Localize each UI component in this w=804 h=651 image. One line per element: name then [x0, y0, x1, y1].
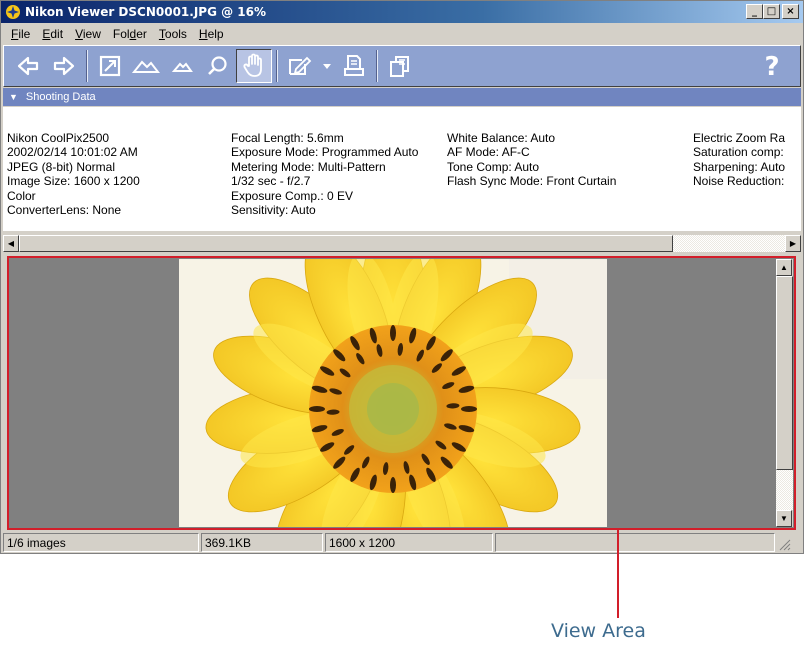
hscroll-track[interactable] [673, 235, 785, 252]
shooting-data-column-4: Electric Zoom Ra Saturation comp: Sharpe… [693, 131, 785, 189]
title-bar[interactable]: Nikon Viewer DSCN0001.JPG @ 16% _ □ × [1, 1, 803, 23]
focal-length: Focal Length: 5.6mm [231, 131, 344, 145]
help-button[interactable]: ? [754, 50, 790, 84]
image-size: Image Size: 1600 x 1200 [7, 174, 140, 189]
print-button[interactable] [336, 49, 372, 83]
view-area[interactable]: ▲ ▼ [7, 256, 796, 530]
copy-icon [390, 56, 409, 77]
resize-grip-icon[interactable] [777, 537, 791, 551]
status-file-size: 369.1KB [201, 533, 323, 552]
hand-tool-icon [243, 53, 262, 77]
white-balance: White Balance: Auto [447, 131, 556, 145]
shooting-data-header[interactable]: ▼ Shooting Data [3, 88, 801, 106]
print-icon [344, 55, 364, 76]
zoom-in-mountain-icon [171, 62, 193, 72]
electric-zoom: Electric Zoom Ra [693, 131, 786, 145]
shooting-data-column-3: White Balance: Auto AF Mode: AF-C Tone C… [447, 131, 616, 189]
toolbar-separator [86, 50, 88, 82]
zoom-in-button[interactable] [164, 49, 200, 83]
saturation-comp: Saturation comp: [693, 145, 784, 160]
window-title: Nikon Viewer DSCN0001.JPG @ 16% [25, 5, 267, 19]
toolbar-separator [276, 50, 278, 82]
capture-date: 2002/02/14 10:01:02 AM [7, 145, 138, 160]
minimize-button[interactable]: _ [746, 4, 763, 19]
exposure-comp: Exposure Comp.: 0 EV [231, 188, 354, 203]
fit-window-icon [99, 55, 121, 77]
zoom-out-mountain-icon [132, 60, 160, 73]
camera-model: Nikon CoolPix2500 [7, 131, 110, 145]
menu-folder[interactable]: Folder [107, 27, 153, 41]
callout-line [617, 530, 619, 618]
arrow-right-icon: ▶ [789, 239, 797, 248]
scroll-left-button[interactable]: ◀ [3, 235, 19, 252]
shutter-aperture: 1/32 sec - f/2.7 [231, 174, 311, 189]
magnifier-button[interactable] [200, 49, 236, 83]
fit-window-button[interactable] [92, 49, 128, 83]
color-mode: Color [7, 188, 36, 203]
collapse-triangle-icon: ▼ [9, 92, 18, 102]
shooting-data-column-1: Nikon CoolPix2500 2002/02/14 10:01:02 AM… [7, 131, 140, 217]
flash-sync-mode: Flash Sync Mode: Front Curtain [447, 174, 617, 189]
vscroll-thumb[interactable] [776, 276, 793, 470]
scroll-down-button[interactable]: ▼ [776, 510, 792, 527]
nikon-viewer-app-icon [6, 5, 20, 19]
arrow-down-icon: ▼ [780, 514, 788, 523]
status-image-count: 1/6 images [3, 533, 199, 552]
tone-comp: Tone Comp: Auto [447, 159, 540, 174]
menu-bar: File Edit View Folder Tools Help [1, 24, 803, 44]
zoom-out-button[interactable] [128, 49, 164, 83]
help-icon: ? [764, 52, 780, 82]
dropdown-icon [323, 64, 331, 69]
status-extra [495, 533, 775, 552]
arrow-up-icon: ▲ [780, 263, 788, 272]
shooting-data-column-2: Focal Length: 5.6mm Exposure Mode: Progr… [231, 131, 418, 217]
toolbar-separator [376, 50, 378, 82]
menu-edit[interactable]: Edit [36, 27, 69, 41]
shooting-data-hscrollbar[interactable]: ◀ ▶ [3, 235, 801, 253]
close-icon: × [786, 6, 795, 17]
edit-dropdown-button[interactable] [318, 49, 336, 83]
toolbar: ? [3, 45, 801, 87]
af-mode: AF Mode: AF-C [447, 145, 530, 160]
noise-reduction: Noise Reduction: [693, 174, 785, 189]
status-bar: 1/6 images 369.1KB 1600 x 1200 [3, 533, 801, 553]
scroll-right-button[interactable]: ▶ [785, 235, 801, 252]
menu-file[interactable]: File [5, 27, 36, 41]
minimize-icon: _ [752, 6, 757, 17]
arrow-left-icon: ◀ [7, 239, 15, 248]
menu-tools[interactable]: Tools [153, 27, 193, 41]
edit-icon [289, 56, 312, 75]
scroll-up-button[interactable]: ▲ [776, 259, 792, 276]
exposure-mode: Exposure Mode: Programmed Auto [231, 145, 419, 160]
maximize-icon: □ [766, 6, 777, 17]
hscroll-thumb[interactable] [19, 235, 673, 252]
menu-view[interactable]: View [69, 27, 107, 41]
close-button[interactable]: × [782, 4, 799, 19]
file-format: JPEG (8-bit) Normal [7, 159, 116, 174]
sunflower-image [179, 259, 607, 527]
converter-lens: ConverterLens: None [7, 202, 122, 217]
callout-label: View Area [551, 620, 646, 642]
sunflower-photo[interactable] [179, 259, 607, 527]
shooting-data-title: Shooting Data [25, 91, 96, 103]
next-image-button[interactable] [46, 49, 82, 83]
shooting-data-panel: Nikon CoolPix2500 2002/02/14 10:01:02 AM… [3, 107, 801, 231]
next-icon [53, 56, 75, 76]
previous-image-button[interactable] [10, 49, 46, 83]
magnifier-icon [208, 56, 227, 75]
copy-button[interactable] [382, 49, 418, 83]
hand-tool-button[interactable] [236, 49, 272, 83]
sensitivity: Sensitivity: Auto [231, 202, 316, 217]
menu-help[interactable]: Help [193, 27, 230, 41]
edit-button[interactable] [282, 49, 318, 83]
view-vscrollbar[interactable]: ▲ ▼ [776, 259, 793, 527]
status-dimensions: 1600 x 1200 [325, 533, 493, 552]
metering-mode: Metering Mode: Multi-Pattern [231, 159, 386, 174]
previous-icon [17, 56, 39, 76]
sharpening: Sharpening: Auto [693, 159, 786, 174]
maximize-button[interactable]: □ [763, 4, 780, 19]
